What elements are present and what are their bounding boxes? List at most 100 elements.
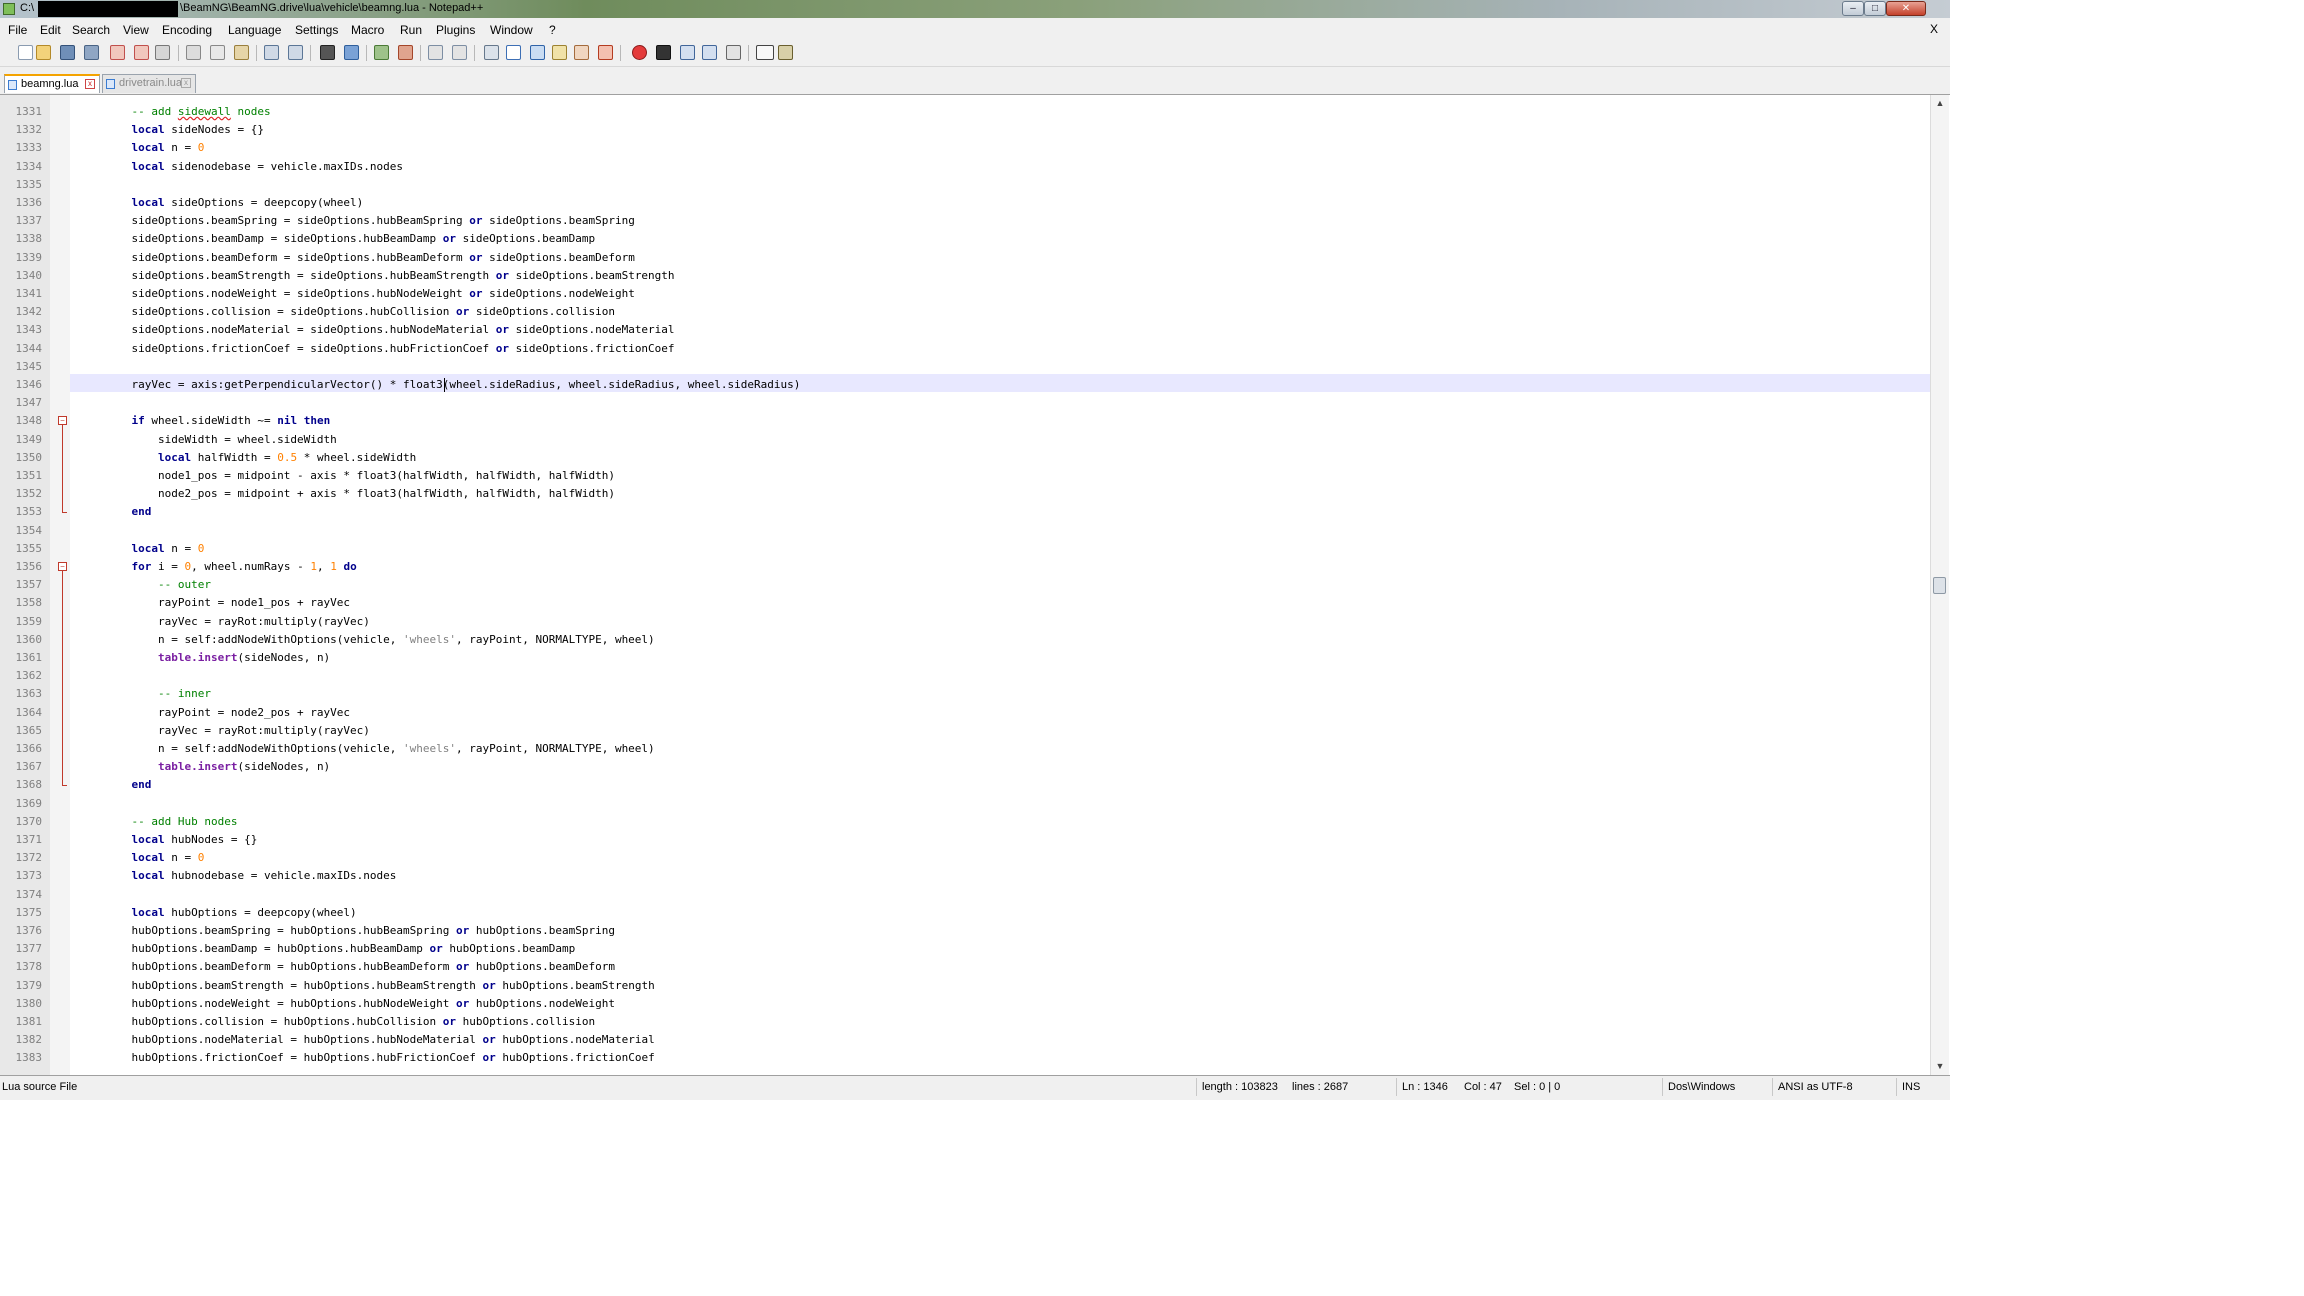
code-line[interactable]: local sideNodes = {} — [105, 121, 264, 139]
copy-icon[interactable] — [210, 45, 225, 60]
code-line[interactable]: hubOptions.beamSpring = hubOptions.hubBe… — [105, 922, 614, 940]
indent-guide-icon[interactable] — [530, 45, 545, 60]
menu-language[interactable]: Language — [228, 23, 281, 37]
new-file-icon[interactable] — [18, 45, 33, 60]
vertical-scrollbar[interactable]: ▲ ▼ — [1930, 95, 1949, 1075]
tab-drivetrain-lua[interactable]: drivetrain.lua x — [102, 74, 196, 93]
menu-help[interactable]: ? — [549, 23, 556, 37]
tab-beamng-lua[interactable]: beamng.lua x — [4, 74, 100, 93]
code-line[interactable]: node1_pos = midpoint - axis * float3(hal… — [105, 467, 615, 485]
save-macro-icon[interactable] — [726, 45, 741, 60]
code-line[interactable]: rayVec = rayRot:multiply(rayVec) — [105, 613, 370, 631]
code-line[interactable]: -- add sidewall nodes — [105, 103, 271, 121]
menu-run[interactable]: Run — [400, 23, 422, 37]
menu-encoding[interactable]: Encoding — [162, 23, 212, 37]
menu-plugins[interactable]: Plugins — [436, 23, 475, 37]
doc-map-icon[interactable] — [574, 45, 589, 60]
code-line[interactable]: hubOptions.frictionCoef = hubOptions.hub… — [105, 1049, 654, 1067]
menu-settings[interactable]: Settings — [295, 23, 338, 37]
code-line[interactable]: local hubOptions = deepcopy(wheel) — [105, 904, 357, 922]
function-list-icon[interactable] — [598, 45, 613, 60]
code-line[interactable]: local n = 0 — [105, 540, 205, 558]
code-line[interactable]: -- outer — [105, 576, 211, 594]
code-line[interactable]: local hubNodes = {} — [105, 831, 258, 849]
code-line[interactable]: hubOptions.nodeMaterial = hubOptions.hub… — [105, 1031, 654, 1049]
menu-window[interactable]: Window — [490, 23, 533, 37]
sync-horizontal-icon[interactable] — [452, 45, 467, 60]
code-line[interactable]: -- add Hub nodes — [105, 813, 238, 831]
code-line[interactable]: hubOptions.nodeWeight = hubOptions.hubNo… — [105, 995, 614, 1013]
play-macro-icon[interactable] — [680, 45, 695, 60]
code-line[interactable]: local halfWidth = 0.5 * wheel.sideWidth — [105, 449, 416, 467]
find-icon[interactable] — [320, 45, 335, 60]
code-line[interactable]: sideOptions.frictionCoef = sideOptions.h… — [105, 340, 674, 358]
fold-toggle-icon[interactable]: − — [58, 416, 67, 426]
code-line[interactable]: local n = 0 — [105, 139, 205, 157]
code-line[interactable]: table.insert(sideNodes, n) — [105, 649, 330, 667]
code-line[interactable]: hubOptions.beamStrength = hubOptions.hub… — [105, 977, 654, 995]
spellcheck-options-icon[interactable] — [778, 45, 793, 60]
code-line[interactable]: sideOptions.beamStrength = sideOptions.h… — [105, 267, 674, 285]
code-editor[interactable]: 1331 -- add sidewall nodes 1332 local sid… — [0, 94, 1950, 1076]
save-icon[interactable] — [60, 45, 75, 60]
close-tab-icon[interactable]: x — [85, 79, 95, 89]
code-line[interactable]: if wheel.sideWidth ~= nil then — [105, 412, 331, 430]
code-line[interactable]: end — [105, 776, 152, 794]
code-line[interactable]: sideOptions.collision = sideOptions.hubC… — [105, 303, 614, 321]
code-line[interactable]: hubOptions.collision = hubOptions.hubCol… — [105, 1013, 595, 1031]
close-icon[interactable] — [110, 45, 125, 60]
code-line[interactable]: hubOptions.beamDeform = hubOptions.hubBe… — [105, 958, 614, 976]
cut-icon[interactable] — [186, 45, 201, 60]
code-line[interactable]: sideOptions.beamSpring = sideOptions.hub… — [105, 212, 634, 230]
code-line[interactable]: local hubnodebase = vehicle.maxIDs.nodes — [105, 867, 397, 885]
close-all-icon[interactable] — [134, 45, 149, 60]
menu-search[interactable]: Search — [72, 23, 110, 37]
code-line[interactable]: local sidenodebase = vehicle.maxIDs.node… — [105, 158, 404, 176]
redo-icon[interactable] — [288, 45, 303, 60]
code-line[interactable]: sideOptions.beamDamp = sideOptions.hubBe… — [105, 230, 595, 248]
close-tab-icon[interactable]: x — [181, 78, 191, 88]
scroll-down-arrow-icon[interactable]: ▼ — [1931, 1058, 1949, 1075]
close-window-button[interactable]: ✕ — [1886, 1, 1926, 16]
print-icon[interactable] — [155, 45, 170, 60]
fold-toggle-icon[interactable]: − — [58, 562, 67, 571]
menu-macro[interactable]: Macro — [351, 23, 384, 37]
open-file-icon[interactable] — [36, 45, 51, 60]
code-line[interactable]: sideOptions.beamDeform = sideOptions.hub… — [105, 249, 634, 267]
replace-icon[interactable] — [344, 45, 359, 60]
code-line[interactable]: sideOptions.nodeWeight = sideOptions.hub… — [105, 285, 634, 303]
close-document-button[interactable]: X — [1930, 22, 1938, 36]
paste-icon[interactable] — [234, 45, 249, 60]
code-line[interactable]: local sideOptions = deepcopy(wheel) — [105, 194, 364, 212]
menu-file[interactable]: File — [8, 23, 27, 37]
menu-view[interactable]: View — [123, 23, 149, 37]
maximize-button[interactable]: □ — [1864, 1, 1886, 16]
save-all-icon[interactable] — [84, 45, 99, 60]
code-line[interactable]: table.insert(sideNodes, n) — [105, 758, 330, 776]
code-line[interactable]: node2_pos = midpoint + axis * float3(hal… — [105, 485, 615, 503]
scroll-up-arrow-icon[interactable]: ▲ — [1931, 95, 1949, 112]
code-line[interactable]: rayPoint = node1_pos + rayVec — [105, 594, 350, 612]
code-line[interactable]: sideOptions.nodeMaterial = sideOptions.h… — [105, 321, 674, 339]
sync-vertical-icon[interactable] — [428, 45, 443, 60]
code-line[interactable]: -- inner — [105, 685, 211, 703]
record-macro-icon[interactable] — [632, 45, 647, 60]
code-line[interactable]: local n = 0 — [105, 849, 205, 867]
minimize-button[interactable]: – — [1842, 1, 1864, 16]
scrollbar-thumb[interactable] — [1933, 577, 1946, 594]
menu-edit[interactable]: Edit — [40, 23, 61, 37]
code-line[interactable]: for i = 0, wheel.numRays - 1, 1 do — [105, 558, 357, 576]
code-line[interactable]: rayVec = rayRot:multiply(rayVec) — [105, 722, 370, 740]
stop-macro-icon[interactable] — [656, 45, 671, 60]
code-line[interactable]: end — [105, 503, 152, 521]
show-all-chars-icon[interactable] — [506, 45, 521, 60]
undo-icon[interactable] — [264, 45, 279, 60]
spellcheck-icon[interactable] — [756, 45, 774, 60]
code-line[interactable]: n = self:addNodeWithOptions(vehicle, 'wh… — [105, 631, 655, 649]
code-line[interactable]: n = self:addNodeWithOptions(vehicle, 'wh… — [105, 740, 655, 758]
code-line[interactable]: sideWidth = wheel.sideWidth — [105, 431, 337, 449]
zoom-out-icon[interactable] — [398, 45, 413, 60]
udl-icon[interactable] — [552, 45, 567, 60]
code-line[interactable]: rayPoint = node2_pos + rayVec — [105, 704, 350, 722]
word-wrap-icon[interactable] — [484, 45, 499, 60]
